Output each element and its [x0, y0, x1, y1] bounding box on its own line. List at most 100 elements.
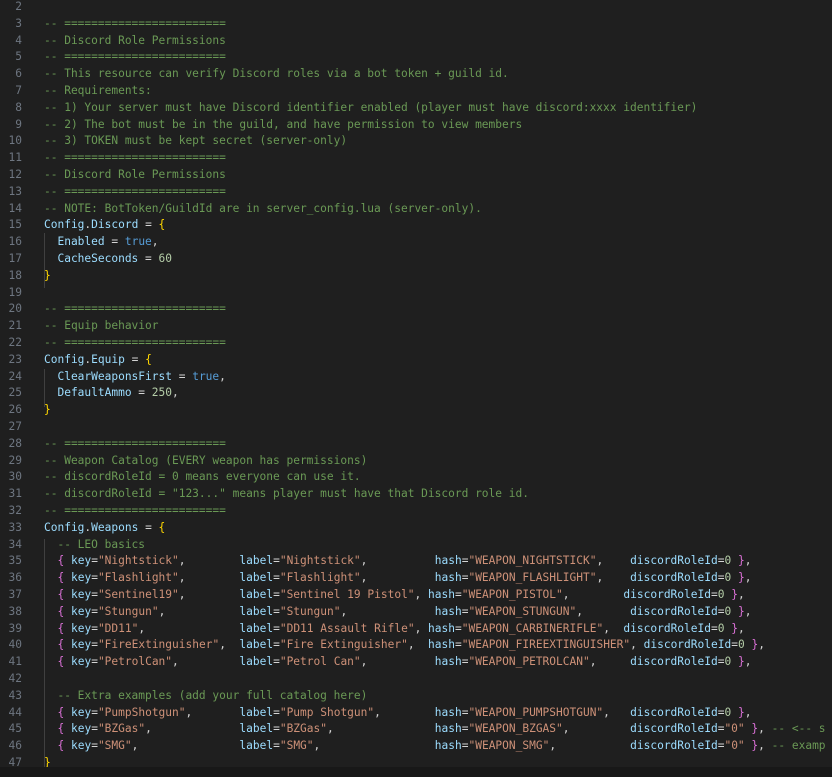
horizontal-scrollbar[interactable]	[0, 767, 832, 777]
code-token: discordRoleId	[623, 588, 711, 601]
code-line[interactable]: 6 -- This resource can verify Discord rol…	[0, 66, 832, 83]
code-line[interactable]: 34 -- LEO basics	[0, 537, 832, 554]
code-line[interactable]: 38 { key="Stungun", label="Stungun", has…	[0, 604, 832, 621]
code-line[interactable]: 27	[0, 419, 832, 436]
code-token: ,	[562, 588, 624, 601]
code-line[interactable]: 12 -- Discord Role Permissions	[0, 167, 832, 184]
code-line[interactable]: 20 -- ========================	[0, 301, 832, 318]
code-editor[interactable]: 2 3 -- ======================== 4 -- Discord…	[0, 0, 832, 777]
code-token: "DD11 Assault Rifle"	[279, 621, 415, 635]
code-token: ,	[744, 705, 752, 719]
code-line[interactable]: 23 Config.Equip = {	[0, 352, 832, 369]
code-line[interactable]: 9 -- 2) The bot must be in the guild, and…	[0, 117, 832, 134]
code-line[interactable]: 45 { key="BZGas", label="BZGas", hash="W…	[0, 721, 832, 738]
line-number: 16	[8, 235, 22, 249]
code-token: Discord	[91, 218, 139, 232]
code-line[interactable]: 19	[0, 285, 832, 302]
line-code: { key="PetrolCan", label="Petrol Can", h…	[44, 654, 751, 671]
code-token: "WEAPON_FLASHLIGHT"	[468, 571, 597, 585]
code-token: "0"	[724, 722, 745, 736]
code-token: ,	[360, 554, 435, 568]
code-line[interactable]: 17 CacheSeconds = 60	[0, 251, 832, 268]
code-token: -- ========================	[44, 16, 226, 30]
code-token: hash	[434, 705, 462, 719]
line-number: 29	[8, 453, 22, 467]
code-line[interactable]: 30 -- discordRoleId = 0 means everyone ca…	[0, 469, 832, 486]
code-token: ,	[219, 369, 226, 383]
code-line[interactable]: 14 -- NOTE: BotToken/GuildId are in serve…	[0, 201, 832, 218]
code-line[interactable]: 10 -- 3) TOKEN must be kept secret (serve…	[0, 133, 832, 150]
code-line[interactable]: 24 ClearWeaponsFirst = true,	[0, 369, 832, 386]
code-token: label	[239, 705, 274, 719]
code-line[interactable]: 28 -- ========================	[0, 436, 832, 453]
line-code: { key="DD11", label="DD11 Assault Rifle"…	[44, 621, 744, 638]
code-token: }	[731, 621, 738, 635]
line-code: -- ========================	[44, 436, 226, 453]
code-line[interactable]: 29 -- Weapon Catalog (EVERY weapon has pe…	[0, 453, 832, 470]
code-line[interactable]: 44 { key="PumpShotgun", label="Pump Shot…	[0, 705, 832, 722]
code-line[interactable]: 4 -- Discord Role Permissions	[0, 33, 832, 50]
code-token: ,	[576, 604, 631, 618]
line-number: 44	[8, 705, 22, 719]
code-line[interactable]: 37 { key="Sentinel19", label="Sentinel 1…	[0, 587, 832, 604]
code-token: -- LEO basics	[44, 537, 146, 551]
code-line[interactable]: 32 -- ========================	[0, 503, 832, 520]
line-number: 23	[8, 352, 22, 366]
code-line[interactable]: 2	[0, 0, 832, 16]
code-token: =	[138, 520, 159, 534]
code-token: label	[239, 722, 274, 736]
code-token: =	[273, 621, 280, 635]
code-line[interactable]: 40 { key="FireExtinguisher", label="Fire…	[0, 637, 832, 654]
line-number: 33	[8, 520, 22, 534]
code-token: label	[239, 621, 274, 635]
code-line[interactable]: 5 -- ========================	[0, 49, 832, 66]
code-token: -- ========================	[44, 302, 226, 316]
code-token: }	[737, 554, 745, 568]
code-line[interactable]: 11 -- ========================	[0, 150, 832, 167]
code-line[interactable]: 39 { key="DD11", label="DD11 Assault Rif…	[0, 621, 832, 638]
code-line[interactable]: 46 { key="SMG", label="SMG", hash="WEAPO…	[0, 738, 832, 755]
code-token: Enabled	[44, 235, 105, 249]
code-line[interactable]: 41 { key="PetrolCan", label="Petrol Can"…	[0, 654, 832, 671]
code-line[interactable]: 18}	[0, 268, 832, 285]
code-line[interactable]: 43 -- Extra examples (add your full cata…	[0, 688, 832, 705]
code-token: -- 2) The bot must be in the guild, and …	[44, 117, 523, 131]
code-line[interactable]: 8 -- 1) Your server must have Discord ide…	[0, 100, 832, 117]
line-code: -- Requirements:	[44, 83, 152, 100]
code-line[interactable]: 31 -- discordRoleId = "123..." means play…	[0, 486, 832, 503]
code-token: ,	[758, 722, 772, 736]
code-token: hash	[428, 638, 455, 652]
code-line[interactable]: 16 Enabled = true,	[0, 234, 832, 251]
code-token: -- <-- s	[771, 722, 826, 736]
code-line[interactable]: 21 -- Equip behavior	[0, 318, 832, 335]
code-token: key	[64, 554, 92, 568]
code-token: "Stungun"	[279, 604, 341, 618]
code-line[interactable]: 35 { key="Nightstick", label="Nightstick…	[0, 553, 832, 570]
code-token: -- Discord Role Permissions	[44, 33, 226, 47]
code-token: discordRoleId	[630, 571, 718, 585]
code-line[interactable]: 26}	[0, 402, 832, 419]
code-line[interactable]: 3 -- ========================	[0, 16, 832, 33]
code-token: label	[239, 638, 274, 652]
code-token: -- discordRoleId = 0 means everyone can …	[44, 470, 361, 484]
code-line[interactable]: 22 -- ========================	[0, 335, 832, 352]
code-line[interactable]: 42	[0, 671, 832, 688]
line-number: 18	[8, 268, 22, 282]
line-number: 10	[8, 134, 22, 148]
code-line[interactable]: 13 -- ========================	[0, 184, 832, 201]
code-token: =	[91, 588, 98, 601]
code-token: =	[455, 621, 462, 635]
code-line[interactable]: 36 { key="Flashlight", label="Flashlight…	[0, 570, 832, 587]
code-line[interactable]: 7 -- Requirements:	[0, 83, 832, 100]
code-token: DefaultAmmo	[44, 386, 132, 400]
code-token: ,	[326, 722, 435, 736]
code-token: ,	[414, 588, 429, 601]
code-line[interactable]: 33 Config.Weapons = {	[0, 520, 832, 537]
code-line[interactable]: 25 DefaultAmmo = 250,	[0, 385, 832, 402]
line-number: 42	[8, 672, 22, 685]
code-line[interactable]: 15 Config.Discord = {	[0, 217, 832, 234]
line-number: 7	[15, 84, 22, 97]
